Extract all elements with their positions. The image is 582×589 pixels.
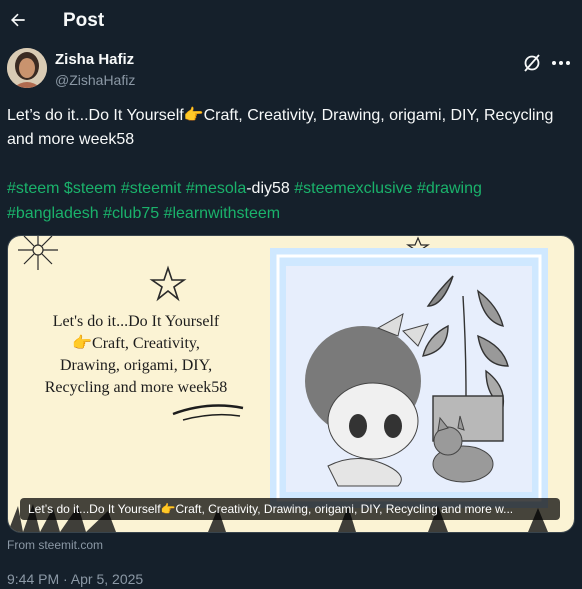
grok-button[interactable] <box>521 52 543 74</box>
card-text-line-3: Drawing, origami, DIY, <box>60 357 212 374</box>
hashtags-line-1: #steem $steem #steemit #mesola-diy58 #st… <box>7 176 567 201</box>
card-text-line-4: Recycling and more week58 <box>45 379 228 396</box>
card-caption[interactable]: Let’s do it...Do It Yourself👉Craft, Crea… <box>20 498 560 520</box>
hashtag-links-a[interactable]: #steem $steem #steemit #mesola <box>7 180 246 197</box>
card-text-line-2: 👉Craft, Creativity, <box>72 334 200 352</box>
back-button[interactable] <box>6 8 30 32</box>
grok-icon <box>524 54 540 72</box>
link-source[interactable]: From steemit.com <box>7 538 103 552</box>
page-title: Post <box>63 10 105 31</box>
card-text-line-1: Let's do it...Do It Yourself <box>53 313 220 330</box>
hashtags-line-2[interactable]: #bangladesh #club75 #learnwithsteem <box>7 201 567 226</box>
avatar[interactable] <box>7 48 47 88</box>
hashtags: #steem $steem #steemit #mesola-diy58 #st… <box>7 176 567 226</box>
top-bar: Post <box>0 0 582 42</box>
dot <box>559 61 563 65</box>
post-text: Let’s do it...Do It Yourself👉Craft, Crea… <box>7 107 554 148</box>
post-timestamp[interactable]: 9:44 PM · Apr 5, 2025 <box>7 571 143 587</box>
avatar-image <box>7 48 47 88</box>
dot <box>566 61 570 65</box>
hashtag-plain-text: -diy58 <box>246 180 290 197</box>
arrow-left-icon <box>11 13 25 27</box>
author-name[interactable]: Zisha Hafiz <box>55 51 134 68</box>
more-horizontal-icon <box>552 61 556 65</box>
more-options-button[interactable] <box>549 52 573 74</box>
card-image: Let's do it...Do It Yourself 👉Craft, Cre… <box>8 236 574 532</box>
link-card[interactable]: Let's do it...Do It Yourself 👉Craft, Cre… <box>7 235 575 533</box>
author-handle[interactable]: @ZishaHafiz <box>55 72 135 88</box>
hashtag-links-c[interactable]: #steemexclusive #drawing <box>290 180 482 197</box>
